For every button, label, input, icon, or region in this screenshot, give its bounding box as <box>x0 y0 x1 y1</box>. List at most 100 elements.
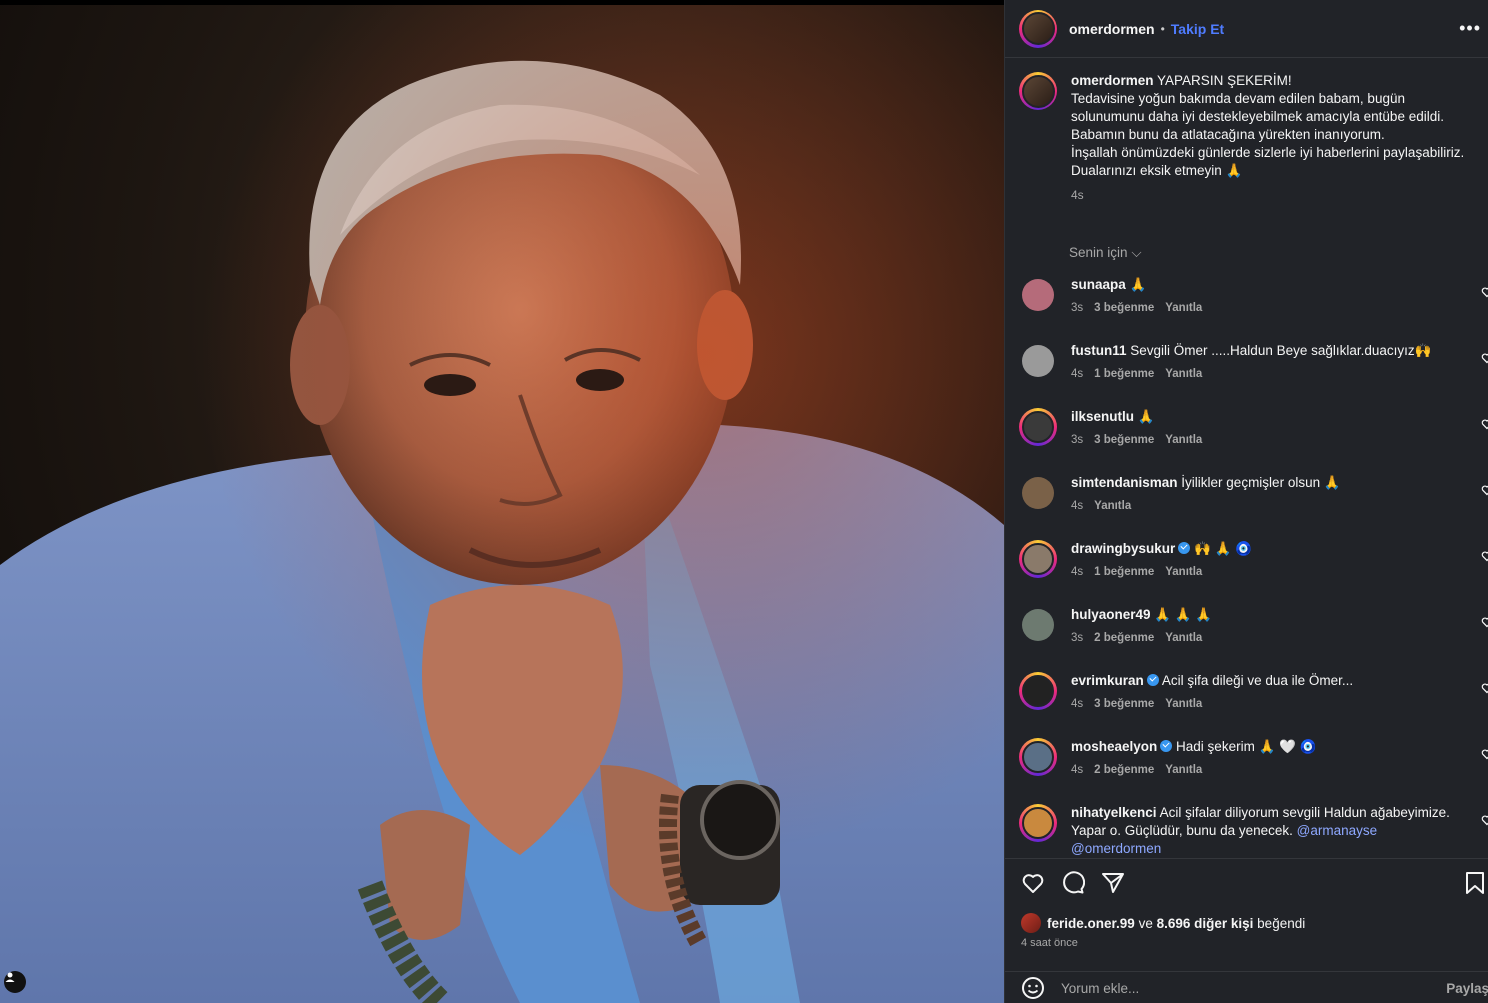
reply-button[interactable]: Yanıtla <box>1165 764 1202 776</box>
likes-suffix: beğendi <box>1257 915 1306 931</box>
comment-text: ilksenutlu 🙏 <box>1071 408 1461 426</box>
comment-body: Sevgili Ömer .....Haldun Beye sağlıklar.… <box>1130 343 1432 358</box>
author-avatar[interactable] <box>1019 9 1057 48</box>
header-separator: • <box>1160 21 1165 36</box>
caption-author[interactable]: omerdormen <box>1071 73 1154 88</box>
comment-like-icon[interactable] <box>1481 814 1488 826</box>
comment-meta: 4s 1 beğenme Yanıtla <box>1071 566 1461 578</box>
comment-item: drawingbysukur 🙌 🙏 🧿 4s 1 beğenme Yanıtla <box>1019 540 1488 578</box>
comment-body: 🙌 🙏 🧿 <box>1194 541 1252 556</box>
caption-avatar[interactable] <box>1019 72 1057 110</box>
comment-text: evrimkuran Acil şifa dileği ve dua ile Ö… <box>1071 672 1461 690</box>
comment-item: evrimkuran Acil şifa dileği ve dua ile Ö… <box>1019 672 1488 710</box>
commenter-avatar[interactable] <box>1019 474 1057 512</box>
commenter-avatar[interactable] <box>1019 804 1057 842</box>
save-icon[interactable] <box>1465 871 1485 895</box>
comment-like-icon[interactable] <box>1481 352 1488 364</box>
comment-input[interactable] <box>1061 980 1421 996</box>
comment-body: Hadi şekerim 🙏 🤍 🧿 <box>1176 739 1317 754</box>
commenter-avatar[interactable] <box>1019 606 1057 644</box>
comments-scroll-area[interactable]: omerdormen YAPARSIN ŞEKERİM! Tedavisine … <box>1005 58 1488 858</box>
comment-text: simtendanisman İyilikler geçmişler olsun… <box>1071 474 1461 492</box>
comment-like-icon[interactable] <box>1481 616 1488 628</box>
author-username[interactable]: omerdormen <box>1069 21 1155 37</box>
comment-filter-dropdown[interactable]: Senin için ⌵ <box>1069 245 1142 261</box>
commenter-avatar[interactable] <box>1019 540 1057 578</box>
liker-avatar[interactable] <box>1021 913 1041 933</box>
post-photo[interactable] <box>0 5 1004 1003</box>
share-icon[interactable] <box>1101 871 1125 895</box>
comment-item: ilksenutlu 🙏 3s 3 beğenme Yanıtla <box>1019 408 1488 446</box>
user-tag-icon[interactable] <box>4 971 26 993</box>
comment-item: hulyaoner49 🙏 🙏 🙏 3s 2 beğenme Yanıtla <box>1019 606 1488 644</box>
comment-likes[interactable]: 3 beğenme <box>1094 434 1154 446</box>
comment-icon[interactable] <box>1061 871 1085 895</box>
comment-item: fustun11 Sevgili Ömer .....Haldun Beye s… <box>1019 342 1488 380</box>
comment-text: mosheaelyon Hadi şekerim 🙏 🤍 🧿 <box>1071 738 1461 756</box>
reply-button[interactable]: Yanıtla <box>1165 434 1202 446</box>
post-comment-button[interactable]: Paylaş <box>1446 981 1488 996</box>
commenter-avatar[interactable] <box>1019 408 1057 446</box>
comment-meta: 4s Yanıtla <box>1071 500 1461 512</box>
reply-button[interactable]: Yanıtla <box>1165 566 1202 578</box>
emoji-icon[interactable] <box>1021 976 1045 1000</box>
comment-like-icon[interactable] <box>1481 418 1488 430</box>
commenter-username[interactable]: nihatyelkenci <box>1071 805 1157 820</box>
comment-like-icon[interactable] <box>1481 682 1488 694</box>
comment-time: 4s <box>1071 500 1084 512</box>
comment-meta: 4s 3 beğenme Yanıtla <box>1071 698 1461 710</box>
comment-like-icon[interactable] <box>1481 748 1488 760</box>
like-icon[interactable] <box>1021 871 1045 895</box>
reply-button[interactable]: Yanıtla <box>1165 632 1202 644</box>
chevron-down-icon: ⌵ <box>1131 245 1142 260</box>
caption-line: YAPARSIN ŞEKERİM! <box>1157 73 1292 88</box>
more-horizontal-icon[interactable]: ••• <box>1459 18 1481 39</box>
comment-like-icon[interactable] <box>1481 484 1488 496</box>
liker-username[interactable]: feride.oner.99 <box>1047 916 1135 931</box>
commenter-username[interactable]: sunaapa <box>1071 277 1126 292</box>
commenter-username[interactable]: mosheaelyon <box>1071 739 1157 754</box>
comment-time: 3s <box>1071 434 1084 446</box>
comment-likes[interactable]: 2 beğenme <box>1094 632 1154 644</box>
comment-likes[interactable]: 1 beğenme <box>1094 368 1154 380</box>
commenter-username[interactable]: simtendanisman <box>1071 475 1178 490</box>
comment-text: hulyaoner49 🙏 🙏 🙏 <box>1071 606 1461 624</box>
comment-likes[interactable]: 1 beğenme <box>1094 566 1154 578</box>
comment-like-icon[interactable] <box>1481 286 1488 298</box>
likes-others[interactable]: 8.696 diğer kişi <box>1157 916 1254 931</box>
follow-button[interactable]: Takip Et <box>1171 21 1224 37</box>
commenter-username[interactable]: drawingbysukur <box>1071 541 1175 556</box>
mention-link[interactable]: @omerdormen <box>1071 841 1161 856</box>
caption-line: İnşallah önümüzdeki günlerde sizlerle iy… <box>1071 145 1465 160</box>
caption-line: Babamın bunu da atlatacağına yürekten in… <box>1071 127 1385 142</box>
comment-body: 🙏 <box>1129 277 1147 292</box>
reply-button[interactable]: Yanıtla <box>1094 500 1131 512</box>
comment-meta: 3s 3 beğenme Yanıtla <box>1071 434 1461 446</box>
commenter-avatar[interactable] <box>1019 672 1057 710</box>
likes-summary: feride.oner.99 ve 8.696 diğer kişi beğen… <box>1021 913 1305 933</box>
caption-time: 4s <box>1071 188 1084 202</box>
commenter-username[interactable]: evrimkuran <box>1071 673 1144 688</box>
comment-text: sunaapa 🙏 <box>1071 276 1461 294</box>
caption-line: Dualarınızı eksik etmeyin 🙏 <box>1071 163 1243 178</box>
commenter-username[interactable]: fustun11 <box>1071 343 1127 358</box>
mention-link[interactable]: @armanayse <box>1297 823 1378 838</box>
comment-item: sunaapa 🙏 3s 3 beğenme Yanıtla <box>1019 276 1488 314</box>
commenter-username[interactable]: hulyaoner49 <box>1071 607 1151 622</box>
reply-button[interactable]: Yanıtla <box>1165 698 1202 710</box>
comment-item: mosheaelyon Hadi şekerim 🙏 🤍 🧿 4s 2 beğenm… <box>1019 738 1488 776</box>
comment-composer: Paylaş <box>1005 971 1488 1003</box>
comment-meta: 3s 3 beğenme Yanıtla <box>1071 302 1461 314</box>
comment-like-icon[interactable] <box>1481 550 1488 562</box>
reply-button[interactable]: Yanıtla <box>1165 368 1202 380</box>
comment-body: 🙏 <box>1137 409 1155 424</box>
commenter-avatar[interactable] <box>1019 342 1057 380</box>
comment-likes[interactable]: 3 beğenme <box>1094 698 1154 710</box>
reply-button[interactable]: Yanıtla <box>1165 302 1202 314</box>
comment-likes[interactable]: 3 beğenme <box>1094 302 1154 314</box>
comment-likes[interactable]: 2 beğenme <box>1094 764 1154 776</box>
verified-badge-icon <box>1178 542 1191 554</box>
commenter-username[interactable]: ilksenutlu <box>1071 409 1134 424</box>
commenter-avatar[interactable] <box>1019 738 1057 776</box>
commenter-avatar[interactable] <box>1019 276 1057 314</box>
